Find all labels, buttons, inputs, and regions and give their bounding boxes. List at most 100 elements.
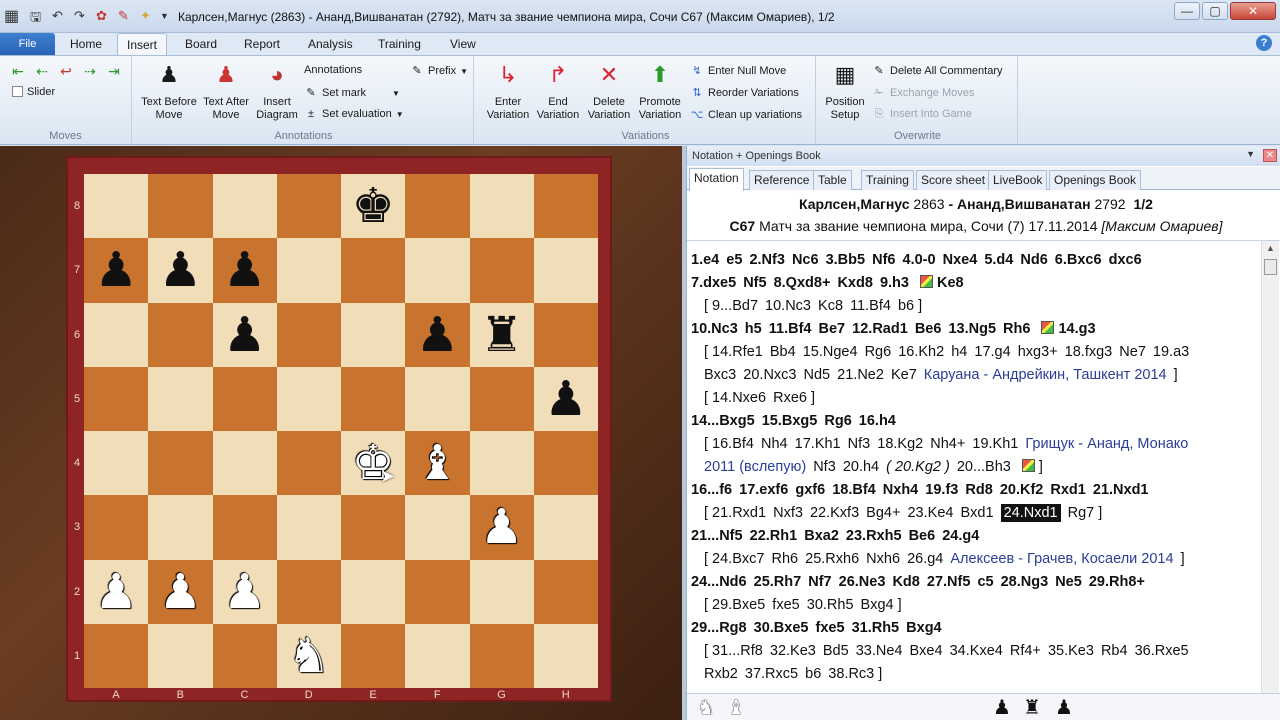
square-c2[interactable]: ♟ — [212, 559, 277, 624]
move[interactable]: Ke7 — [891, 367, 917, 383]
move[interactable]: 4.0-0 — [903, 252, 936, 268]
move[interactable]: 33.Ne4 — [856, 643, 903, 659]
tab-insert[interactable]: Insert — [117, 33, 168, 56]
square-f5[interactable] — [405, 366, 470, 431]
move[interactable]: 22.Rh1 — [750, 528, 798, 544]
move[interactable]: 16.Kh2 — [898, 344, 944, 360]
square-d6[interactable] — [276, 302, 341, 367]
move[interactable]: 9.h3 — [880, 275, 909, 291]
square-e8[interactable]: ♚ — [341, 174, 406, 239]
square-c7[interactable]: ♟ — [212, 238, 277, 303]
move[interactable]: 30.Rh5 — [807, 597, 854, 613]
move[interactable]: e5 — [726, 252, 742, 268]
square-c5[interactable] — [212, 366, 277, 431]
move[interactable]: [ 14.Nxe6 — [704, 390, 766, 406]
move[interactable]: Bg4+ — [866, 505, 900, 521]
move[interactable]: ( 20.Kg2 ) — [886, 459, 950, 475]
move[interactable]: 15.Bxg5 — [762, 413, 818, 429]
tab-view[interactable]: View — [450, 37, 476, 51]
square-b3[interactable] — [148, 495, 213, 560]
square-d2[interactable] — [276, 559, 341, 624]
square-c4[interactable] — [212, 431, 277, 496]
game-reference[interactable]: 2011 (вслепую) — [704, 459, 806, 475]
move[interactable]: 15.Nge4 — [803, 344, 858, 360]
square-a7[interactable]: ♟ — [84, 238, 149, 303]
move[interactable]: Rh6 — [1003, 321, 1030, 337]
square-h2[interactable] — [533, 559, 598, 624]
move[interactable]: Nxe4 — [943, 252, 978, 268]
current-move[interactable]: 24.Nxd1 — [1000, 504, 1061, 522]
square-f7[interactable] — [405, 238, 470, 303]
white-knight-icon[interactable]: ♞ — [287, 632, 330, 680]
move[interactable]: 10.Nc3 — [691, 321, 738, 337]
previous-move-icon[interactable]: ⇠ — [32, 64, 52, 78]
move[interactable]: Bxg4 ] — [861, 597, 902, 613]
black-pawn-icon[interactable]: ♟ — [159, 246, 202, 294]
move[interactable]: Nc6 — [792, 252, 819, 268]
move[interactable]: Ke8 — [937, 275, 964, 291]
tab-training[interactable]: Training — [378, 37, 421, 51]
move[interactable]: gxf6 — [795, 482, 825, 498]
move[interactable]: Ne5 — [1055, 574, 1082, 590]
tab-score-sheet[interactable]: Score sheet — [916, 170, 991, 190]
move[interactable]: Bxc3 — [704, 367, 736, 383]
notation-text[interactable]: 1.e4 e5 2.Nf3 Nc6 3.Bb5 Nf6 4.0-0 Nxe4 5… — [691, 249, 1257, 689]
move[interactable]: 30.Bxe5 — [754, 620, 809, 636]
move[interactable]: 17.g4 — [974, 344, 1010, 360]
tab-livebook[interactable]: LiveBook — [988, 170, 1048, 190]
square-h5[interactable]: ♟ — [533, 366, 598, 431]
move[interactable]: Bxe4 — [910, 643, 943, 659]
move[interactable]: 32.Ke3 — [770, 643, 816, 659]
square-b5[interactable] — [148, 366, 213, 431]
square-g4[interactable] — [469, 431, 534, 496]
move[interactable]: 17.exf6 — [739, 482, 788, 498]
move[interactable]: h4 — [951, 344, 967, 360]
move[interactable]: 38.Rc3 ] — [828, 666, 882, 682]
move[interactable]: Kc8 — [818, 298, 843, 314]
move[interactable]: 21.Nxd1 — [1093, 482, 1149, 498]
move[interactable]: 12.Rad1 — [852, 321, 908, 337]
file-menu[interactable]: File — [0, 33, 55, 55]
white-pawn-icon[interactable]: ♟ — [95, 568, 138, 616]
move[interactable]: Nf5 — [743, 275, 766, 291]
move[interactable]: 6.Bxc6 — [1055, 252, 1102, 268]
promote-variation-button[interactable]: ⬆ Promote Variation — [634, 60, 686, 122]
game-reference[interactable]: Грищук - Ананд, Монако — [1025, 436, 1188, 452]
move[interactable]: [ 9...Bd7 — [704, 298, 758, 314]
move[interactable]: Be7 — [819, 321, 846, 337]
move[interactable]: Be6 — [915, 321, 942, 337]
enter-null-move-button[interactable]: ↯ Enter Null Move — [690, 64, 786, 77]
text-before-move-button[interactable]: ♟ Text Before Move — [138, 60, 200, 122]
insert-diagram-button[interactable]: ◕ Insert Diagram — [252, 60, 302, 122]
square-g8[interactable] — [469, 174, 534, 239]
move[interactable]: Bb4 — [770, 344, 796, 360]
move[interactable]: 22.Kxf3 — [810, 505, 859, 521]
square-a4[interactable] — [84, 431, 149, 496]
scroll-up-icon[interactable]: ▲ — [1266, 243, 1275, 253]
move[interactable]: 16...f6 — [691, 482, 732, 498]
square-c1[interactable] — [212, 623, 277, 688]
square-b6[interactable] — [148, 302, 213, 367]
square-a6[interactable] — [84, 302, 149, 367]
square-d7[interactable] — [276, 238, 341, 303]
move[interactable]: c5 — [977, 574, 993, 590]
square-c8[interactable] — [212, 174, 277, 239]
set-mark-button[interactable]: ✎ Set mark ▼ — [304, 86, 400, 99]
square-e7[interactable] — [341, 238, 406, 303]
tab-notation[interactable]: Notation — [689, 168, 744, 191]
delete-variation-button[interactable]: ✕ Delete Variation — [582, 60, 636, 122]
square-h3[interactable] — [533, 495, 598, 560]
black-pawn-icon[interactable]: ♟ — [95, 246, 138, 294]
move[interactable]: Nxh6 — [866, 551, 900, 567]
square-f2[interactable] — [405, 559, 470, 624]
tab-board[interactable]: Board — [185, 37, 217, 51]
square-f8[interactable] — [405, 174, 470, 239]
tab-home[interactable]: Home — [70, 37, 102, 51]
chess-board[interactable]: ♚ ♟ ♟ ♟ ♟ ♟ ♜ ♟ ♚ ♝ ♟ ♟ ♟ ♟ ♞ — [84, 174, 598, 688]
maximize-button[interactable]: ▢ — [1202, 2, 1228, 20]
tool-icon[interactable]: ✎ — [118, 8, 129, 24]
move[interactable]: Nd5 — [804, 367, 831, 383]
square-g2[interactable] — [469, 559, 534, 624]
black-pawn-icon[interactable]: ♟ — [223, 311, 266, 359]
move[interactable]: Nxh4 — [883, 482, 918, 498]
